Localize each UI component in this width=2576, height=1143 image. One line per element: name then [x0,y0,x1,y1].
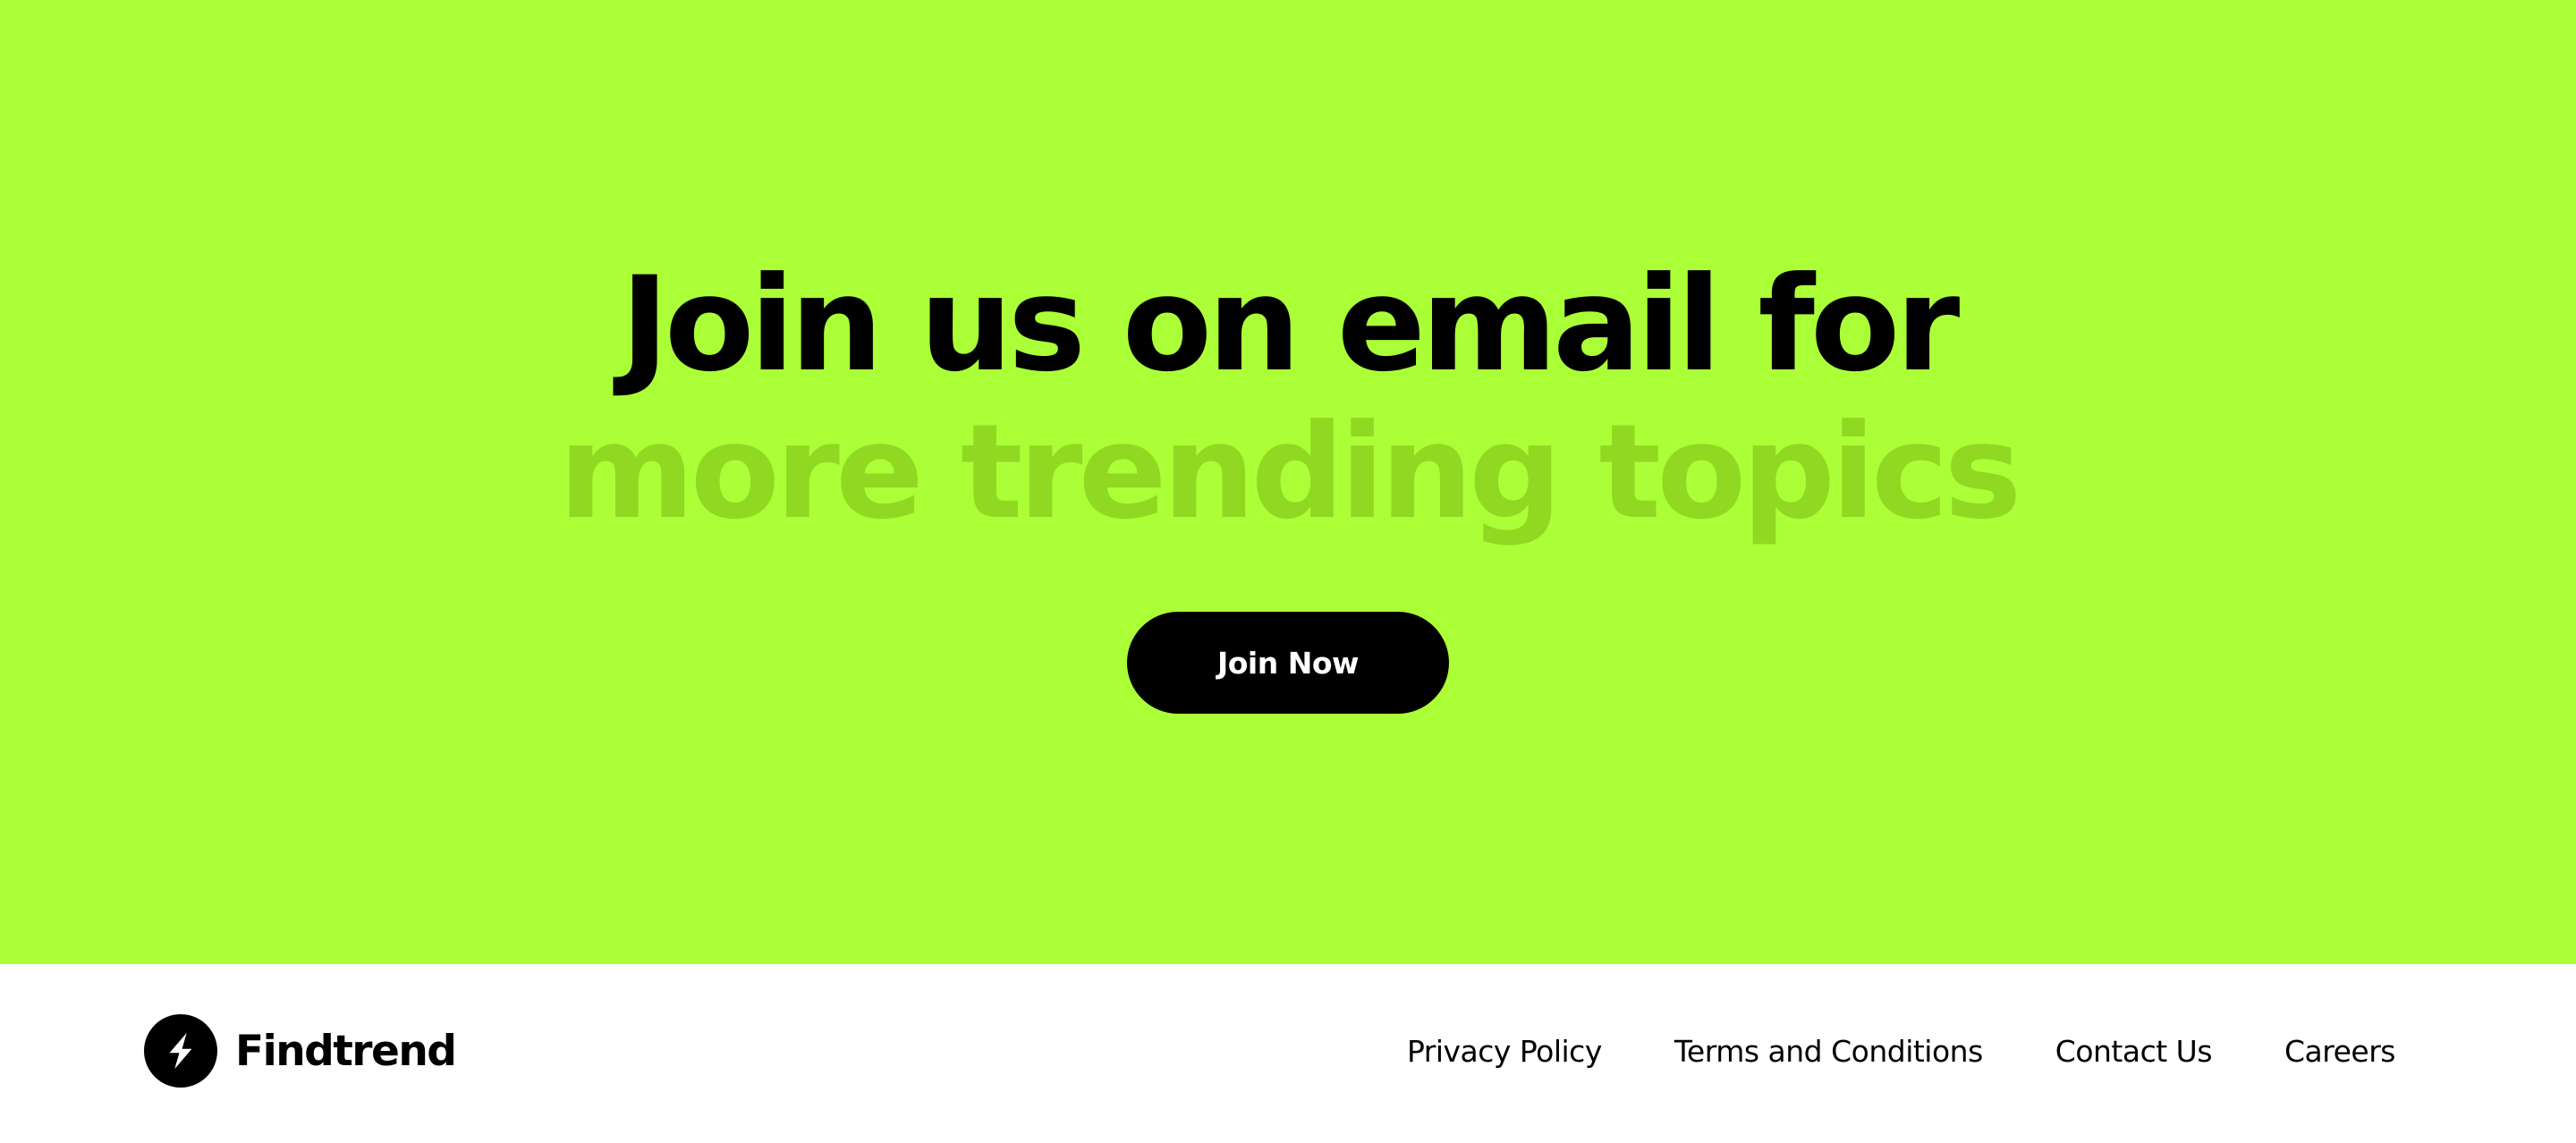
contact-us-link[interactable]: Contact Us [2055,1034,2213,1069]
lightning-bolt-glyph [169,1032,192,1070]
brand-home-link[interactable]: Findtrend [144,1014,457,1088]
site-footer: Findtrend Privacy Policy Terms and Condi… [0,964,2576,1143]
newsletter-hero: Join us on email for more trending topic… [0,0,2576,964]
careers-link[interactable]: Careers [2284,1034,2395,1069]
terms-and-conditions-link[interactable]: Terms and Conditions [1674,1034,1983,1069]
headline-secondary: more trending topics [558,396,2022,548]
join-now-button[interactable]: Join Now [1127,612,1449,714]
footer-nav: Privacy Policy Terms and Conditions Cont… [1407,1014,2396,1088]
privacy-policy-link[interactable]: Privacy Policy [1407,1034,1602,1069]
brand-name: Findtrend [235,1026,457,1076]
headline-primary: Join us on email for [620,249,1961,401]
lightning-bolt-icon [144,1014,217,1088]
